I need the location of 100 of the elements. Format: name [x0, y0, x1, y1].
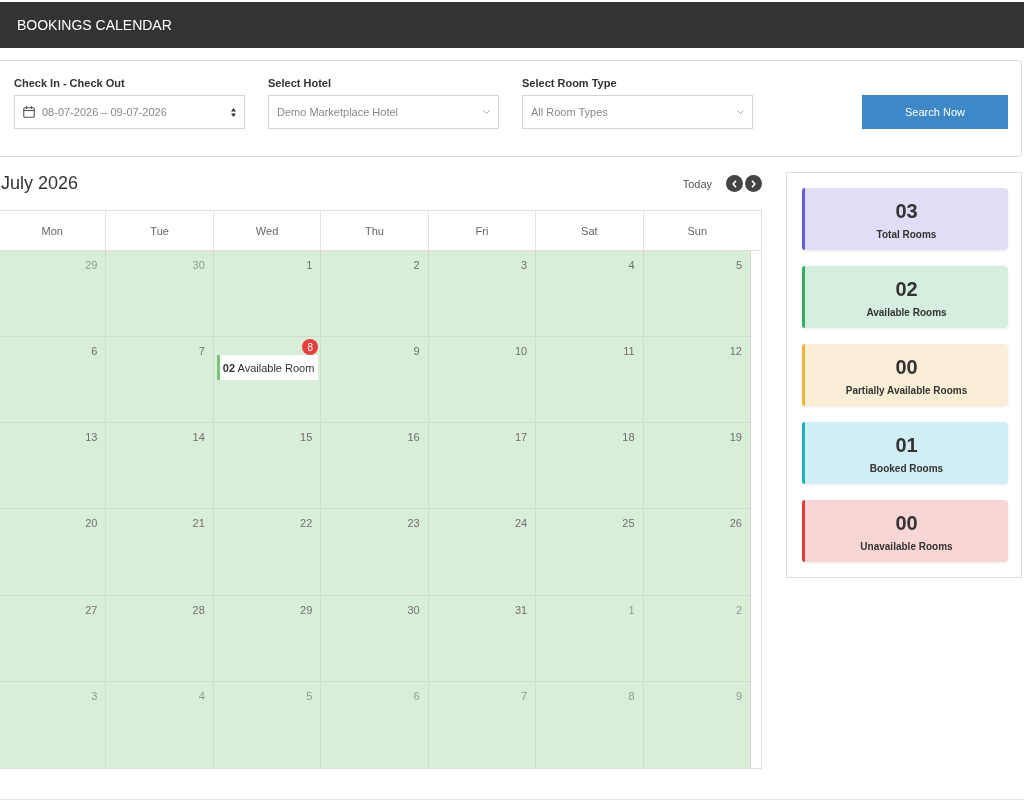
date-range-field[interactable]: 08-07-2026 – 09-07-2026	[14, 95, 245, 129]
day-cell[interactable]: 24	[428, 509, 537, 596]
day-number: 16	[407, 430, 421, 445]
day-number: 4	[628, 258, 636, 272]
day-number: 12	[729, 344, 743, 359]
day-number: 3	[521, 258, 529, 272]
field-label: Select Hotel	[268, 76, 332, 90]
day-cell[interactable]: 12	[643, 337, 751, 424]
today-button[interactable]: Today	[682, 177, 712, 190]
day-number: 24	[514, 516, 529, 531]
day-cell[interactable]: 19	[643, 423, 751, 510]
day-cell[interactable]: 29	[0, 251, 107, 338]
day-number: 6	[413, 688, 421, 703]
day-number: 31	[514, 602, 529, 617]
day-cell[interactable]: 23	[321, 509, 429, 596]
day-number: 7	[198, 344, 206, 359]
day-cell[interactable]: 13	[0, 423, 107, 510]
day-cell[interactable]: 30	[321, 595, 429, 682]
day-cell[interactable]: 16	[321, 423, 429, 510]
weekday-header: Mon	[0, 211, 107, 250]
day-number: 19	[729, 430, 743, 445]
day-cell[interactable]: 4	[536, 251, 644, 338]
calendar-icon	[23, 106, 35, 118]
field-label: Check In - Check Out	[14, 76, 126, 90]
day-cell[interactable]: 18	[536, 423, 644, 510]
day-cell[interactable]: 29	[213, 595, 322, 682]
day-number: 2	[735, 602, 743, 617]
day-cell[interactable]: 5	[643, 251, 751, 338]
day-number: 1	[306, 258, 314, 272]
day-number: 11	[623, 344, 636, 359]
search-button[interactable]: Search Now	[862, 95, 1008, 129]
day-number: 5	[306, 688, 314, 703]
day-cell[interactable]: 27	[0, 595, 107, 682]
day-cell[interactable]: 5	[213, 681, 322, 768]
day-number: 4	[198, 688, 206, 703]
day-cell[interactable]: 9	[321, 337, 429, 424]
day-cell[interactable]: 2	[643, 595, 751, 682]
day-cell[interactable]: 1	[536, 595, 644, 682]
day-cell[interactable]: 9	[643, 681, 751, 768]
day-cell[interactable]: 31	[428, 595, 537, 682]
day-number: 30	[192, 258, 206, 272]
select-field[interactable]: All Room Types	[522, 95, 753, 129]
day-cell[interactable]: 3	[0, 681, 107, 768]
day-number: 23	[407, 516, 421, 531]
stat-label: Total Rooms	[876, 228, 937, 242]
day-number: 10	[514, 344, 529, 359]
day-number: 29	[85, 258, 99, 272]
next-button[interactable]	[745, 175, 762, 192]
weekday-header: Fri	[428, 211, 537, 250]
date-badge: 8	[302, 339, 319, 356]
day-cell[interactable]: 7	[428, 681, 537, 768]
prev-button[interactable]	[726, 175, 743, 192]
day-cell[interactable]: 25	[536, 509, 644, 596]
day-cell[interactable]: 15	[213, 423, 322, 510]
day-cell[interactable]: 3	[428, 251, 537, 338]
day-cell[interactable]: 22	[213, 509, 322, 596]
day-cell[interactable]: 6	[0, 337, 107, 424]
day-cell[interactable]: 30	[106, 251, 214, 338]
day-cell[interactable]: 28	[106, 595, 214, 682]
day-number: 9	[735, 688, 743, 703]
stat-value: 01	[895, 433, 918, 458]
day-number: 17	[514, 430, 529, 445]
day-number: 13	[85, 430, 99, 445]
day-number: 30	[407, 602, 421, 617]
day-cell[interactable]: 1	[213, 251, 322, 338]
day-number: 1	[628, 602, 636, 617]
day-number: 27	[85, 602, 99, 617]
day-cell[interactable]: 14	[106, 423, 214, 510]
weekday-header: Thu	[321, 211, 429, 250]
day-number: 5	[735, 258, 743, 272]
day-number: 21	[192, 516, 206, 531]
stat-value: 02	[895, 277, 918, 302]
weekday-header: Sat	[536, 211, 644, 250]
sort-arrows-icon	[231, 107, 236, 117]
day-number: 14	[192, 430, 206, 445]
month-title: July 2026	[0, 173, 80, 194]
day-cell[interactable]: 11	[536, 337, 644, 424]
stat-label: Partially Available Rooms	[845, 384, 968, 398]
chevron-down-icon	[483, 110, 490, 114]
day-cell[interactable]: 10	[428, 337, 537, 424]
day-cell[interactable]: 7	[106, 337, 214, 424]
day-cell[interactable]: 17	[428, 423, 537, 510]
day-cell[interactable]: 20	[0, 509, 107, 596]
day-number: 7	[521, 688, 529, 703]
stat-value: 03	[895, 199, 918, 224]
day-number: 20	[85, 516, 99, 531]
day-cell[interactable]: 4	[106, 681, 214, 768]
day-cell[interactable]: 21	[106, 509, 214, 596]
day-cell[interactable]: 8	[536, 681, 644, 768]
day-cell[interactable]: 2	[321, 251, 429, 338]
select-field[interactable]: Demo Marketplace Hotel	[268, 95, 499, 129]
stat-label: Unavailable Rooms	[860, 540, 953, 554]
day-cell[interactable]: 8 02 Available Room	[213, 337, 322, 424]
day-cell[interactable]: 6	[321, 681, 429, 768]
day-number: 3	[91, 688, 99, 703]
chevron-left-icon	[732, 179, 737, 188]
day-cell[interactable]: 26	[643, 509, 751, 596]
weekday-header: Wed	[213, 211, 322, 250]
stat-value: 00	[895, 511, 918, 536]
event-chip[interactable]: 02 Available Room	[216, 355, 319, 381]
